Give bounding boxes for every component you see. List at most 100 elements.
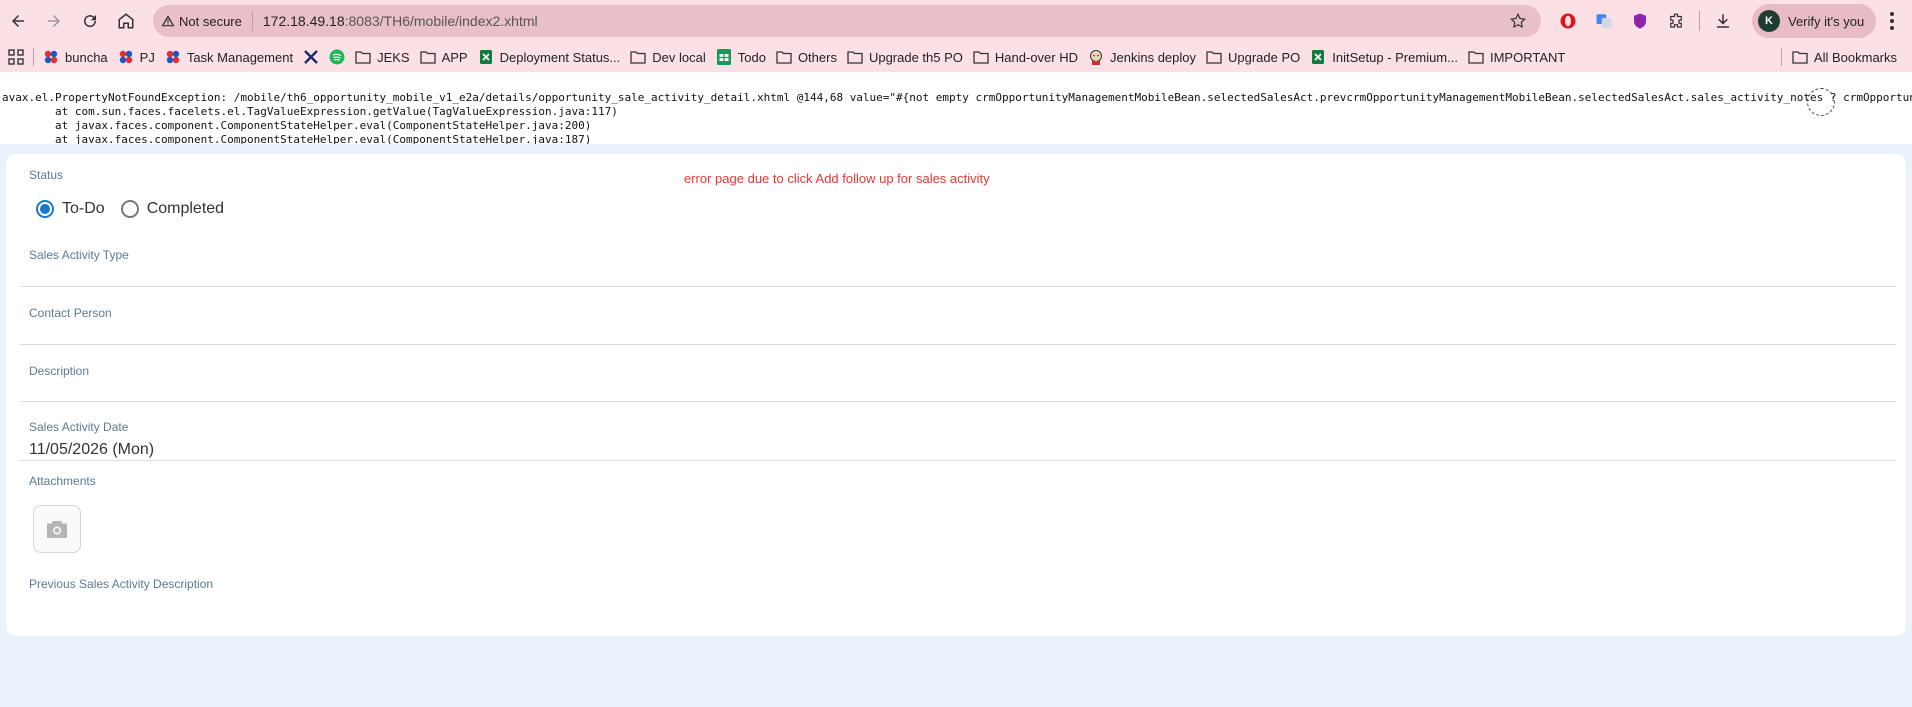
- bookmark-item[interactable]: Task Management: [160, 44, 298, 70]
- address-bar[interactable]: Not secure 172.18.49.18:8083/TH6/mobile/…: [153, 5, 1541, 37]
- status-option-label: Completed: [146, 200, 225, 217]
- home-button[interactable]: [108, 5, 144, 37]
- site-info-button[interactable]: Not secure: [161, 11, 253, 31]
- verify-profile-button[interactable]: K Verify it's you: [1752, 4, 1876, 38]
- opera-extension-icon[interactable]: [1555, 8, 1581, 34]
- extensions-area: [1555, 5, 1736, 37]
- profile-avatar: K: [1758, 10, 1780, 32]
- bookmark-item[interactable]: [324, 44, 350, 70]
- more-vertical-icon[interactable]: [1882, 10, 1902, 32]
- sales-activity-date-field[interactable]: 11/05/2026 (Mon): [29, 441, 154, 459]
- sheet-icon: [478, 49, 494, 65]
- contact-person-label: Contact Person: [29, 306, 112, 320]
- apps-button[interactable]: [3, 44, 29, 70]
- sales-activity-type-label: Sales Activity Type: [29, 248, 129, 262]
- radio-checked-icon[interactable]: [36, 200, 54, 218]
- back-button[interactable]: [0, 5, 36, 37]
- trace-line: at javax.faces.component.ComponentStateH…: [2, 133, 592, 144]
- bookmark-item[interactable]: Todo: [711, 44, 771, 70]
- bookmark-label: Jenkins deploy: [1110, 49, 1196, 65]
- error-note: error page due to click Add follow up fo…: [684, 171, 990, 186]
- bookmark-item[interactable]: Others: [771, 44, 842, 70]
- bookmark-label: Todo: [737, 49, 766, 65]
- translate-extension-icon[interactable]: [1591, 8, 1617, 34]
- description-label: Description: [29, 364, 90, 378]
- status-option-todo[interactable]: To-Do: [36, 200, 105, 218]
- url-text[interactable]: 172.18.49.18:8083/TH6/mobile/index2.xhtm…: [253, 13, 538, 29]
- trace-line: at com.sun.faces.facelets.el.TagValueExp…: [2, 105, 618, 118]
- bookmark-label: Deployment Status...: [499, 49, 621, 65]
- verify-label: Verify it's you: [1788, 13, 1865, 29]
- browser-toolbar: Not secure 172.18.49.18:8083/TH6/mobile/…: [0, 0, 1912, 42]
- folder-icon: [1792, 51, 1808, 64]
- status-option-completed[interactable]: Completed: [120, 200, 225, 218]
- bookmark-item[interactable]: Hand-over HD: [968, 44, 1083, 70]
- sheet-green-icon: [716, 49, 732, 65]
- dots-icon: [165, 49, 181, 65]
- puzzle-extension-icon[interactable]: [1663, 8, 1689, 34]
- bookmark-label: APP: [441, 49, 468, 65]
- description-field[interactable]: [20, 401, 1896, 402]
- folder-icon: [419, 49, 436, 65]
- url-host: 172.18.49.18: [262, 13, 345, 29]
- trace-line: avax.el.PropertyNotFoundException: /mobi…: [2, 91, 1912, 104]
- bookmark-item[interactable]: Upgrade PO: [1201, 44, 1305, 70]
- reload-icon: [84, 15, 97, 28]
- bookmark-item[interactable]: Jenkins deploy: [1083, 44, 1201, 70]
- folder-icon: [630, 49, 646, 65]
- bookmark-item[interactable]: PJ: [113, 44, 160, 70]
- bookmark-label: InitSetup - Premium...: [1332, 49, 1458, 65]
- forward-button[interactable]: [36, 5, 72, 37]
- sales-activity-type-field[interactable]: [20, 286, 1896, 287]
- folder-icon: [1468, 49, 1484, 65]
- bookmark-item[interactable]: buncha: [38, 44, 113, 70]
- bookmark-item[interactable]: Upgrade th5 PO: [842, 44, 968, 70]
- bookmark-item[interactable]: [298, 44, 324, 70]
- sales-activity-form: Status error page due to click Add follo…: [6, 154, 1906, 636]
- home-icon: [118, 13, 134, 29]
- bookmark-label: PJ: [139, 49, 155, 65]
- status-option-label: To-Do: [62, 200, 105, 217]
- bookmark-item[interactable]: IMPORTANT: [1463, 44, 1570, 70]
- bookmark-item[interactable]: InitSetup - Premium...: [1305, 44, 1463, 70]
- bookmark-list: buncha PJ Task Management JEKS APP Deployment…: [38, 44, 1570, 70]
- folder-icon: [776, 49, 792, 65]
- bookmark-item[interactable]: Deployment Status...: [473, 44, 626, 70]
- downloads-icon[interactable]: [1710, 8, 1736, 34]
- all-bookmarks-button[interactable]: All Bookmarks: [1772, 44, 1902, 70]
- bookmark-separator: [1780, 48, 1782, 66]
- sheet-icon: [1310, 49, 1326, 65]
- reload-button[interactable]: [72, 5, 108, 37]
- folder-icon: [1206, 49, 1222, 65]
- sales-activity-date-underline: [20, 460, 1896, 461]
- bookmark-item[interactable]: Dev local: [625, 44, 710, 70]
- bookmark-star-icon[interactable]: [1509, 12, 1527, 30]
- arrow-right-icon: [48, 15, 60, 27]
- ublock-extension-icon[interactable]: [1627, 8, 1653, 34]
- folder-icon: [973, 49, 989, 65]
- bookmark-label: Others: [797, 49, 837, 65]
- sales-activity-date-label: Sales Activity Date: [29, 420, 129, 434]
- bookmark-separator: [33, 48, 34, 66]
- dots-icon: [43, 49, 59, 65]
- warning-icon: [161, 15, 175, 27]
- bookmark-label: JEKS: [377, 49, 410, 65]
- security-label: Not secure: [179, 13, 242, 29]
- add-attachment-button[interactable]: [33, 505, 81, 553]
- camera-icon: [47, 521, 67, 538]
- spotify-icon: [329, 49, 345, 65]
- bookmark-item[interactable]: APP: [415, 44, 473, 70]
- radio-unchecked-icon[interactable]: [120, 200, 139, 218]
- arrow-left-icon: [12, 15, 24, 27]
- previous-description-label: Previous Sales Activity Description: [29, 577, 214, 591]
- bookmark-item[interactable]: JEKS: [350, 44, 415, 70]
- error-stack-trace: avax.el.PropertyNotFoundException: /mobi…: [0, 72, 1912, 144]
- contact-person-field[interactable]: [20, 344, 1896, 345]
- bookmark-label: Upgrade PO: [1228, 49, 1301, 65]
- toolbar-divider: [1699, 11, 1700, 31]
- all-bookmarks-label: All Bookmarks: [1813, 49, 1897, 65]
- bookmarks-bar: buncha PJ Task Management JEKS APP Deployment…: [0, 42, 1912, 72]
- dots-icon: [118, 49, 134, 65]
- apps-grid-icon: [8, 49, 24, 65]
- status-radio-group: To-Do Completed: [36, 200, 240, 218]
